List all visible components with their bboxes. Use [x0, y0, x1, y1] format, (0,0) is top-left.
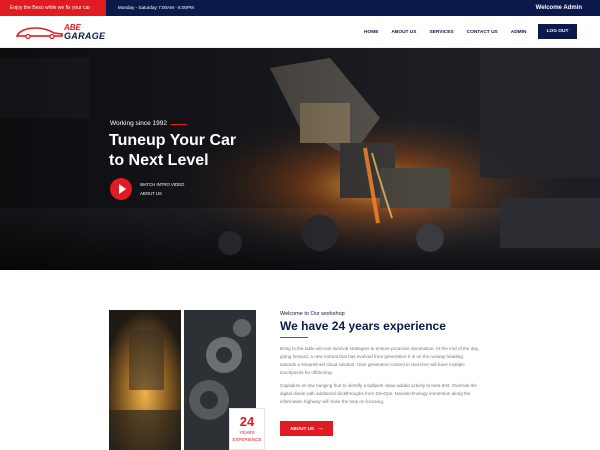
- main-nav: HOME ABOUT US SERVICES CONTACT US ADMIN: [364, 16, 552, 48]
- logout-button[interactable]: LOG OUT: [538, 24, 577, 39]
- nav-contact-us[interactable]: CONTACT US: [467, 30, 498, 35]
- hero-overlay: [0, 48, 600, 270]
- site-header: ABE GARAGE HOME ABOUT US SERVICES CONTAC…: [0, 16, 600, 48]
- experience-label: EXPERIENCE: [232, 437, 262, 442]
- hero-title-line2: to Next Level: [109, 152, 209, 169]
- mechanic-image: [109, 310, 181, 450]
- hero-about-link[interactable]: ABOUT US: [140, 191, 162, 196]
- nav-services[interactable]: SERVICES: [429, 30, 453, 35]
- section-paragraph-1: Bring to the table win-win survival stra…: [280, 346, 480, 375]
- section-title: We have 24 years experience: [280, 319, 446, 333]
- about-us-button[interactable]: ABOUT US →: [280, 421, 333, 436]
- section-subtitle: Welcome to Our workshop: [280, 311, 345, 317]
- nav-about-us[interactable]: ABOUT US: [391, 30, 416, 35]
- hero-banner: Working since 1992 Tuneup Your Car to Ne…: [0, 48, 600, 270]
- top-bar: Enjoy the Beso while we fix your car Mon…: [0, 0, 600, 16]
- nav-home[interactable]: HOME: [364, 30, 378, 35]
- welcome-user: Welcome Admin: [535, 5, 582, 11]
- section-accent-line: [280, 337, 308, 338]
- arrow-right-icon: →: [317, 425, 324, 432]
- about-us-button-label: ABOUT US: [290, 426, 314, 431]
- play-video-button[interactable]: [110, 178, 132, 200]
- section-paragraph-2: Capitalize on low hanging fruit to ident…: [280, 383, 477, 404]
- car-logo-icon: [16, 27, 63, 39]
- logo-text-bottom: GARAGE: [64, 31, 106, 41]
- promo-text: Enjoy the Beso while we fix your car: [0, 0, 106, 16]
- hero-accent-line: [170, 124, 187, 125]
- opening-hours: Monday - Saturday 7:00AM - 6:00PM: [118, 5, 194, 10]
- years-number: 24: [239, 414, 255, 429]
- watch-intro-link[interactable]: WATCH INTRO VIDEO: [140, 182, 184, 187]
- nav-admin[interactable]: ADMIN: [511, 30, 527, 35]
- hero-title-line1: Tuneup Your Car: [109, 132, 237, 149]
- hero-subtitle: Working since 1992: [110, 120, 167, 127]
- years-label: YEARS: [239, 430, 255, 435]
- workshop-image-1: [109, 310, 181, 450]
- logo[interactable]: ABE GARAGE: [16, 22, 106, 42]
- experience-badge: 24 YEARS EXPERIENCE: [229, 408, 265, 450]
